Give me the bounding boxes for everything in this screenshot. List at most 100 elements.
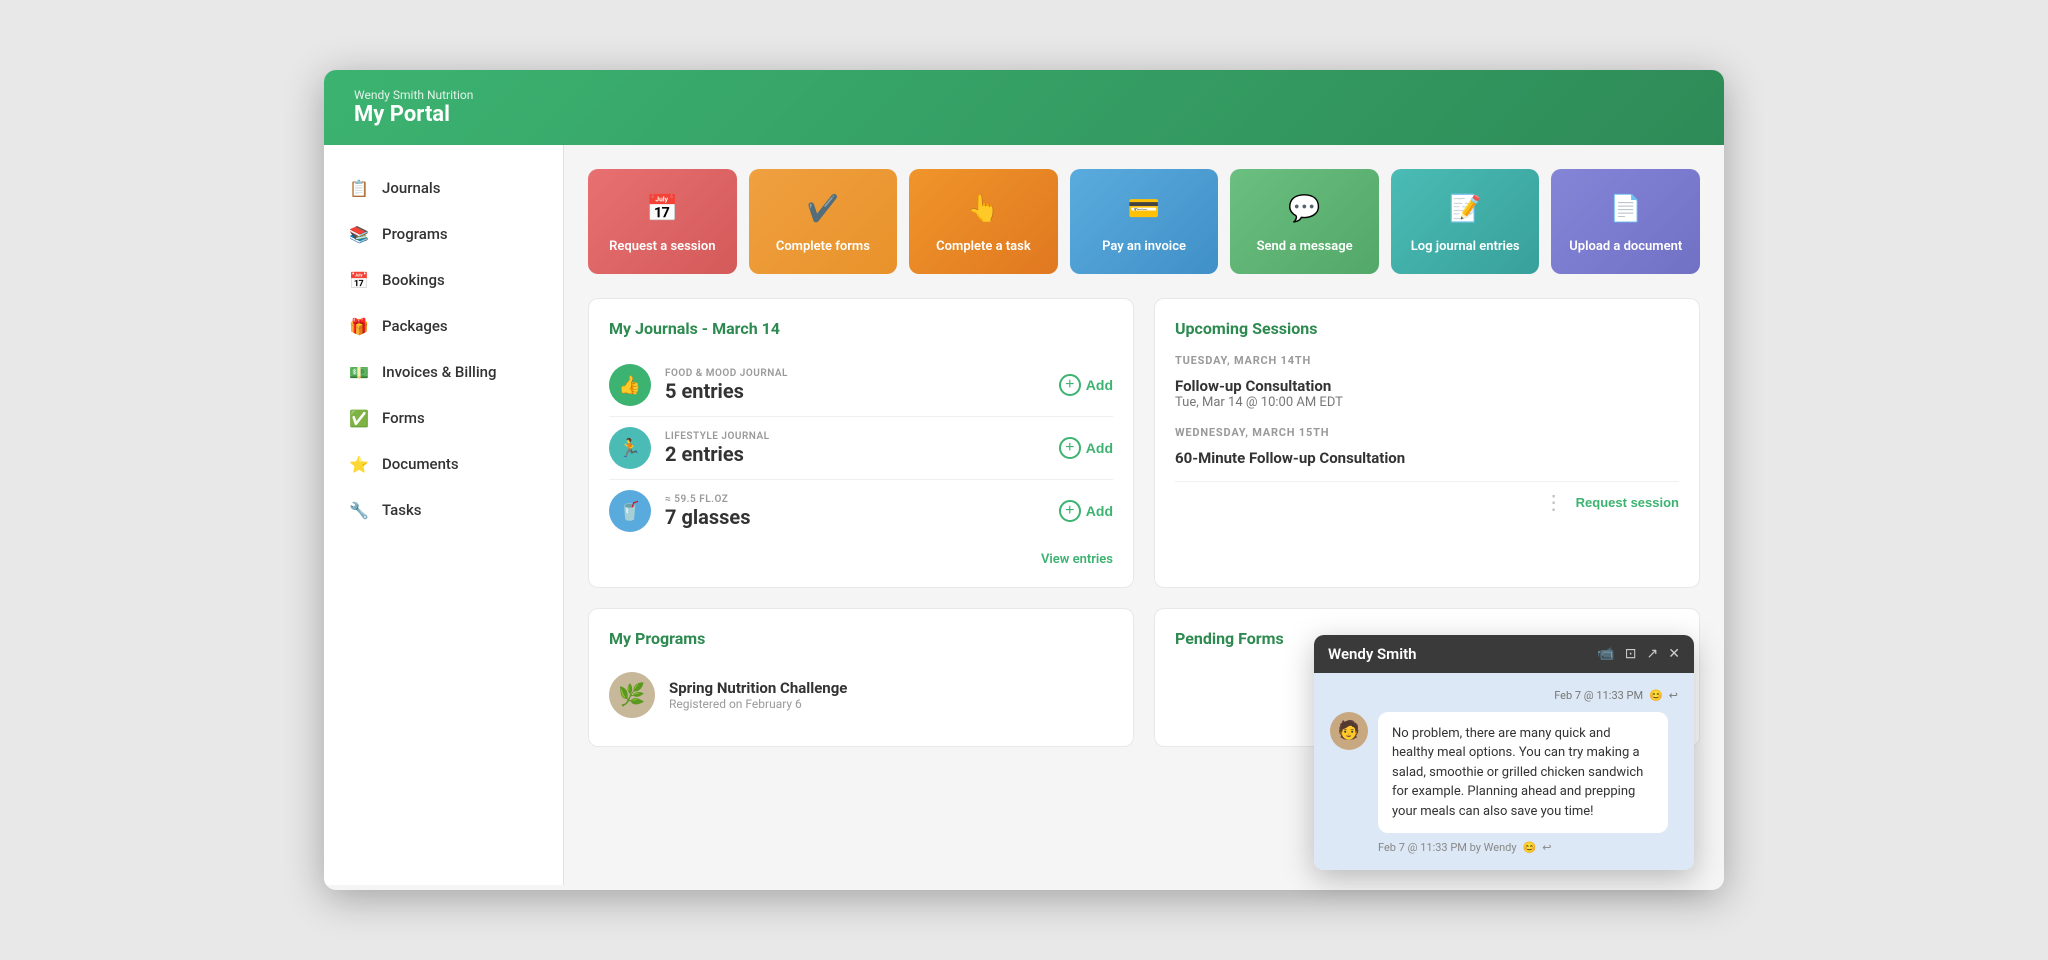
action-tile-send-message[interactable]: 💬 Send a message (1230, 169, 1379, 274)
sidebar-invoices-label: Invoices & Billing (382, 363, 497, 381)
sidebar-documents-icon: ⭐ (348, 453, 370, 475)
tile-icon-send-message: 💬 (1285, 189, 1325, 229)
tile-label-complete-forms: Complete forms (776, 239, 870, 254)
tile-label-complete-task: Complete a task (936, 239, 1031, 254)
chat-contact-name: Wendy Smith (1328, 645, 1417, 663)
upcoming-sessions-card: Upcoming Sessions Tuesday, March 14th Fo… (1154, 298, 1700, 588)
tile-label-upload-doc: Upload a document (1569, 239, 1682, 254)
upcoming-sessions-title: Upcoming Sessions (1175, 319, 1679, 338)
sidebar-journals-label: Journals (382, 179, 440, 197)
sidebar-invoices-icon: 💵 (348, 361, 370, 383)
action-tile-complete-forms[interactable]: ✔️ Complete forms (749, 169, 898, 274)
sidebar-item-programs[interactable]: 📚 Programs (324, 211, 563, 257)
view-entries-link[interactable]: View entries (609, 552, 1113, 567)
sessions-list: Tuesday, March 14th Follow-up Consultati… (1175, 354, 1679, 471)
sidebar-bookings-icon: 📅 (348, 269, 370, 291)
reply-icon[interactable]: ↩ (1669, 689, 1678, 702)
journal-entry-0: 👍 Food & Mood Journal 5 entries + Add (609, 354, 1113, 417)
journal-entry-icon-1: 🏃 (609, 427, 651, 469)
action-tile-request-session[interactable]: 📅 Request a session (588, 169, 737, 274)
journal-entry-value-0: 5 entries (665, 379, 1045, 403)
action-tile-upload-doc[interactable]: 📄 Upload a document (1551, 169, 1700, 274)
journal-add-button-1[interactable]: + Add (1059, 437, 1113, 459)
program-name-0: Spring Nutrition Challenge (669, 679, 847, 697)
tile-icon-upload-doc: 📄 (1606, 189, 1646, 229)
journal-entry-icon-0: 👍 (609, 364, 651, 406)
sidebar-tasks-label: Tasks (382, 501, 422, 519)
journal-add-button-2[interactable]: + Add (1059, 500, 1113, 522)
app-header: Wendy Smith Nutrition My Portal (324, 70, 1724, 145)
tile-icon-complete-forms: ✔️ (803, 189, 843, 229)
tile-label-send-message: Send a message (1257, 239, 1353, 254)
chat-message: 🧑 No problem, there are many quick and h… (1330, 712, 1678, 855)
session-time-0-0: Tue, Mar 14 @ 10:00 AM EDT (1175, 395, 1679, 410)
program-avatar-0: 🌿 (609, 672, 655, 718)
journal-add-button-0[interactable]: + Add (1059, 374, 1113, 396)
plus-circle-1: + (1059, 437, 1081, 459)
journal-entry-2: 🥤 ≈ 59.5 FL.OZ 7 glasses + Add (609, 480, 1113, 542)
journal-entry-value-1: 2 entries (665, 442, 1045, 466)
more-icon[interactable]: ⋮ (1544, 490, 1564, 514)
request-session-button[interactable]: Request session (1576, 495, 1679, 510)
sidebar-item-packages[interactable]: 🎁 Packages (324, 303, 563, 349)
chat-timestamp-top: Feb 7 @ 11:33 PM 😊 ↩ (1330, 689, 1678, 702)
action-tile-log-journal[interactable]: 📝 Log journal entries (1391, 169, 1540, 274)
program-info-0: Spring Nutrition Challenge Registered on… (669, 679, 847, 711)
tile-icon-request-session: 📅 (642, 189, 682, 229)
journal-entry-info-0: Food & Mood Journal 5 entries (665, 368, 1045, 403)
emoji-icon[interactable]: 😊 (1649, 689, 1663, 702)
tile-label-pay-invoice: Pay an invoice (1102, 239, 1186, 254)
program-reg-0: Registered on February 6 (669, 697, 847, 711)
minimize-icon[interactable]: ⊡ (1625, 646, 1637, 662)
journal-entry-label-0: Food & Mood Journal (665, 368, 1045, 379)
sidebar-item-documents[interactable]: ⭐ Documents (324, 441, 563, 487)
session-actions: ⋮ Request session (1175, 481, 1679, 514)
action-tile-complete-task[interactable]: 👆 Complete a task (909, 169, 1058, 274)
journal-entry-1: 🏃 Lifestyle Journal 2 entries + Add (609, 417, 1113, 480)
tile-label-log-journal: Log journal entries (1411, 239, 1520, 254)
chat-bubble: No problem, there are many quick and hea… (1378, 712, 1668, 834)
sidebar-item-bookings[interactable]: 📅 Bookings (324, 257, 563, 303)
tile-label-request-session: Request a session (609, 239, 715, 254)
session-item-1-0: 60-Minute Follow-up Consultation (1175, 445, 1679, 471)
sidebar: 📋 Journals 📚 Programs 📅 Bookings 🎁 Packa… (324, 145, 564, 885)
sidebar-programs-icon: 📚 (348, 223, 370, 245)
chat-avatar: 🧑 (1330, 712, 1368, 750)
action-tile-pay-invoice[interactable]: 💳 Pay an invoice (1070, 169, 1219, 274)
session-name-1-0: 60-Minute Follow-up Consultation (1175, 449, 1679, 467)
programs-card: My Programs 🌿 Spring Nutrition Challenge… (588, 608, 1134, 747)
journal-entry-info-1: Lifestyle Journal 2 entries (665, 431, 1045, 466)
video-icon[interactable]: 📹 (1597, 646, 1614, 662)
sidebar-item-tasks[interactable]: 🔧 Tasks (324, 487, 563, 533)
header-title: My Portal (354, 102, 1694, 127)
sidebar-programs-label: Programs (382, 225, 448, 243)
session-date-header-1: Wednesday, March 15th (1175, 426, 1679, 439)
close-icon[interactable]: ✕ (1668, 646, 1680, 662)
journal-entry-info-2: ≈ 59.5 FL.OZ 7 glasses (665, 494, 1045, 529)
header-subtitle: Wendy Smith Nutrition (354, 88, 1694, 102)
journal-entry-icon-2: 🥤 (609, 490, 651, 532)
plus-circle-2: + (1059, 500, 1081, 522)
sidebar-forms-icon: ✅ (348, 407, 370, 429)
journals-card: My Journals - March 14 👍 Food & Mood Jou… (588, 298, 1134, 588)
program-item-0: 🌿 Spring Nutrition Challenge Registered … (609, 664, 1113, 726)
emoji-bottom-icon[interactable]: 😊 (1523, 841, 1537, 854)
sidebar-forms-label: Forms (382, 409, 425, 427)
journal-entry-label-1: Lifestyle Journal (665, 431, 1045, 442)
reply-bottom-icon[interactable]: ↩ (1542, 841, 1551, 854)
sidebar-documents-label: Documents (382, 455, 459, 473)
plus-circle-0: + (1059, 374, 1081, 396)
session-item-0-0: Follow-up Consultation Tue, Mar 14 @ 10:… (1175, 373, 1679, 414)
tile-icon-complete-task: 👆 (963, 189, 1003, 229)
sidebar-item-forms[interactable]: ✅ Forms (324, 395, 563, 441)
chat-popup: Wendy Smith 📹 ⊡ ↗ ✕ Feb 7 @ 11:33 PM 😊 ↩… (1314, 635, 1694, 871)
quick-actions-bar: 📅 Request a session ✔️ Complete forms 👆 … (588, 169, 1700, 274)
sidebar-bookings-label: Bookings (382, 271, 445, 289)
expand-icon[interactable]: ↗ (1647, 646, 1659, 662)
programs-list: 🌿 Spring Nutrition Challenge Registered … (609, 664, 1113, 726)
sidebar-item-invoices[interactable]: 💵 Invoices & Billing (324, 349, 563, 395)
chat-body: Feb 7 @ 11:33 PM 😊 ↩ 🧑 No problem, there… (1314, 673, 1694, 871)
chat-timestamp-bottom: Feb 7 @ 11:33 PM by Wendy 😊 ↩ (1378, 841, 1668, 854)
sidebar-item-journals[interactable]: 📋 Journals (324, 165, 563, 211)
journal-entry-value-2: 7 glasses (665, 505, 1045, 529)
